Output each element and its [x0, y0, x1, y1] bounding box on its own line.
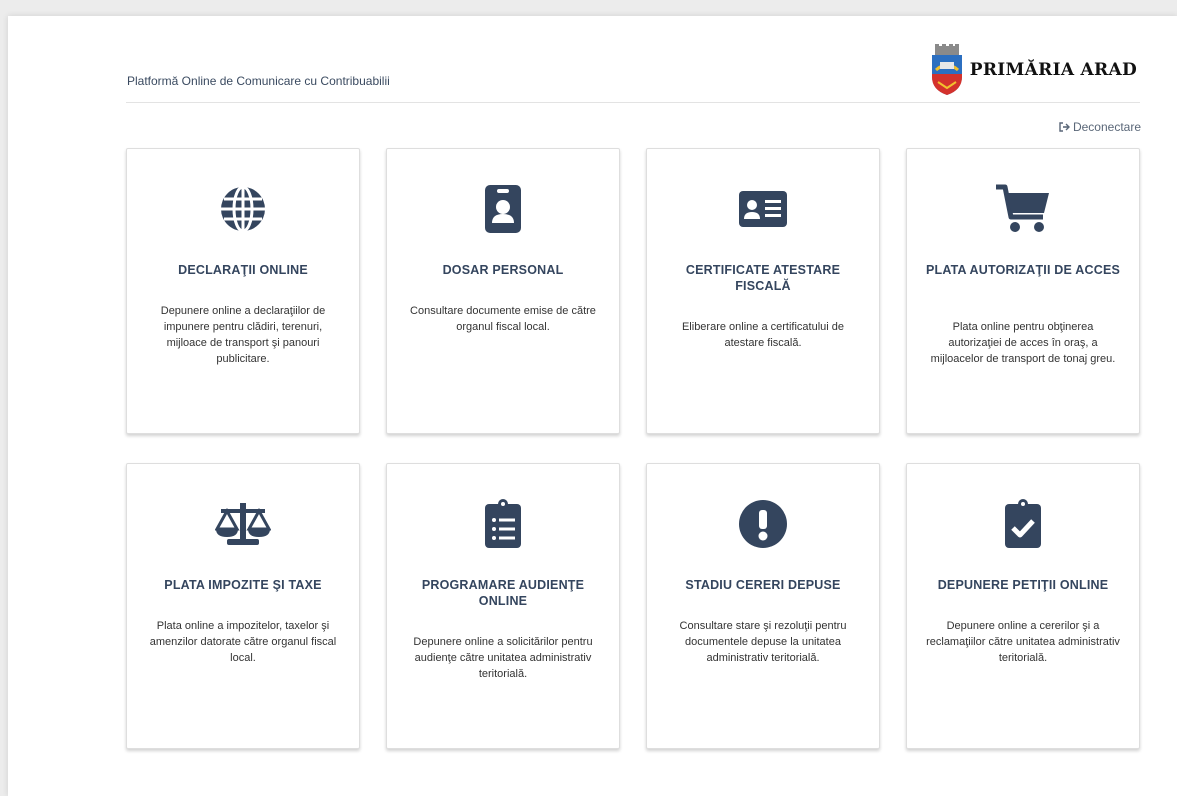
card-description: Consultare stare şi rezoluţii pentru doc… — [679, 620, 847, 664]
clipboard-check-icon — [907, 496, 1139, 552]
card-title: PLATA IMPOZITE ŞI TAXE — [164, 578, 322, 592]
page: Platformă Online de Comunicare cu Contri… — [8, 16, 1177, 796]
balance-scale-icon — [127, 496, 359, 552]
card-title: DEPUNERE PETIŢII ONLINE — [937, 578, 1109, 592]
coat-of-arms-icon — [931, 44, 962, 95]
card-certificate-atestare-fiscala[interactable]: CERTIFICATE ATESTARE FISCALĂ Eliberare o… — [646, 148, 880, 434]
card-programare-audiente-online[interactable]: PROGRAMARE AUDIENŢE ONLINE Depunere onli… — [386, 463, 620, 749]
card-dosar-personal[interactable]: DOSAR PERSONAL Consultare documente emis… — [386, 148, 620, 434]
logout-link[interactable]: Deconectare — [1059, 120, 1141, 134]
services-grid: DECLARAŢII ONLINE Depunere online a decl… — [126, 148, 1141, 752]
card-title: CERTIFICATE ATESTARE FISCALĂ — [685, 263, 841, 293]
header: Platformă Online de Comunicare cu Contri… — [126, 40, 1140, 103]
shopping-cart-icon — [907, 181, 1139, 237]
card-plata-impozite-taxe[interactable]: PLATA IMPOZITE ŞI TAXE Plata online a im… — [126, 463, 360, 749]
globe-icon — [127, 181, 359, 237]
sign-out-icon — [1059, 122, 1070, 132]
card-title: DECLARAŢII ONLINE — [178, 263, 308, 277]
primaria-arad-logo[interactable]: PRIMĂRIA ARAD — [930, 42, 1137, 98]
card-declaratii-online[interactable]: DECLARAŢII ONLINE Depunere online a decl… — [126, 148, 360, 434]
card-title: PLATA AUTORIZAŢII DE ACCES — [925, 263, 1121, 277]
exclamation-circle-icon — [647, 496, 879, 552]
card-plata-autorizatii-acces[interactable]: PLATA AUTORIZAŢII DE ACCES Plata online … — [906, 148, 1140, 434]
card-title: DOSAR PERSONAL — [442, 263, 564, 277]
card-description: Depunere online a cererilor şi a reclama… — [926, 620, 1120, 664]
card-description: Depunere online a declaraţiilor de impun… — [160, 305, 326, 365]
card-description: Consultare documente emise de către orga… — [410, 305, 596, 333]
id-badge-icon — [387, 181, 619, 237]
card-title: PROGRAMARE AUDIENŢE ONLINE — [421, 578, 585, 608]
card-title: STADIU CERERI DEPUSE — [685, 578, 841, 592]
card-description: Depunere online a solicitărilor pentru a… — [413, 636, 593, 680]
logo-text: PRIMĂRIA ARAD — [969, 60, 1137, 80]
card-description: Plata online pentru obţinerea autorizaţi… — [930, 321, 1116, 365]
clipboard-list-icon — [387, 496, 619, 552]
id-card-icon — [647, 181, 879, 237]
card-description: Eliberare online a certificatului de ate… — [681, 321, 845, 349]
platform-title: Platformă Online de Comunicare cu Contri… — [127, 74, 390, 88]
logout-label: Deconectare — [1072, 120, 1141, 134]
card-stadiu-cereri-depuse[interactable]: STADIU CERERI DEPUSE Consultare stare şi… — [646, 463, 880, 749]
card-depunere-petitii-online[interactable]: DEPUNERE PETIŢII ONLINE Depunere online … — [906, 463, 1140, 749]
card-description: Plata online a impozitelor, taxelor şi a… — [149, 620, 337, 664]
